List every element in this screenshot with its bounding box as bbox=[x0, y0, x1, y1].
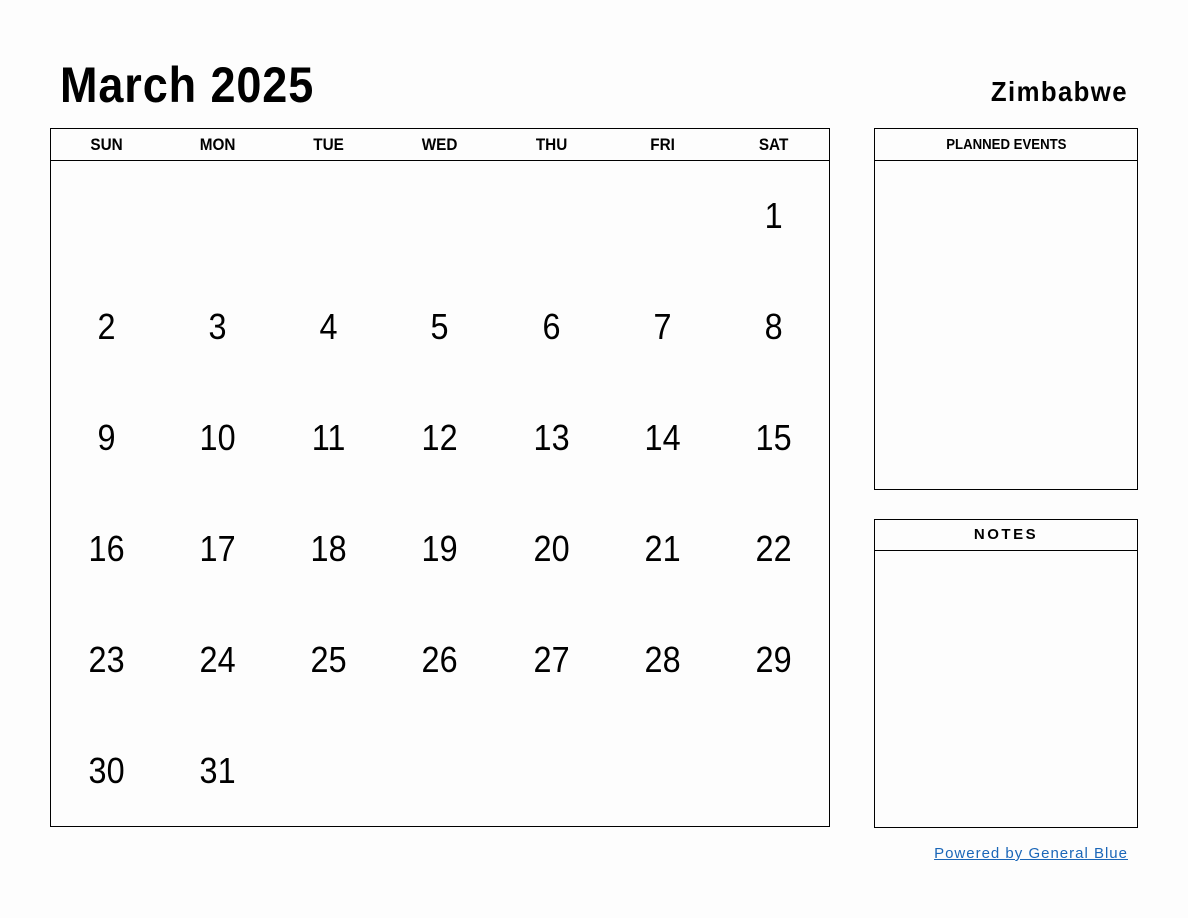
empty-day-cell bbox=[168, 161, 268, 272]
weekday-sun: SUN bbox=[90, 135, 123, 154]
empty-day-cell bbox=[723, 715, 823, 826]
day-cell: 1 bbox=[764, 195, 783, 237]
empty-day-cell bbox=[612, 715, 712, 826]
planned-events-heading: PLANNED EVENTS bbox=[875, 129, 1137, 161]
empty-day-cell bbox=[501, 161, 601, 272]
weekday-header: SUN MON TUE WED THU FRI SAT bbox=[51, 129, 829, 161]
day-cell: 2 bbox=[97, 306, 116, 348]
day-cell: 22 bbox=[755, 527, 792, 569]
day-cell: 29 bbox=[755, 638, 792, 680]
day-cell: 14 bbox=[644, 417, 681, 459]
day-cell: 15 bbox=[755, 417, 792, 459]
planned-events-label: PLANNED EVENTS bbox=[945, 136, 1067, 153]
day-cell: 8 bbox=[764, 306, 783, 348]
day-cell: 17 bbox=[199, 527, 236, 569]
empty-day-cell bbox=[501, 715, 601, 826]
day-cell: 3 bbox=[208, 306, 227, 348]
planned-events-panel: PLANNED EVENTS bbox=[874, 128, 1138, 490]
day-cell: 10 bbox=[199, 417, 236, 459]
empty-day-cell bbox=[390, 161, 490, 272]
calendar-grid: SUN MON TUE WED THU FRI SAT 1 2 3 4 5 6 7 8 9 10 1… bbox=[50, 128, 830, 827]
page-title: March 2025 bbox=[60, 57, 315, 113]
weekday-fri: FRI bbox=[649, 135, 675, 154]
weekday-tue: TUE bbox=[313, 135, 345, 154]
day-cell: 28 bbox=[644, 638, 681, 680]
day-cell: 9 bbox=[97, 417, 116, 459]
day-cell: 24 bbox=[199, 638, 236, 680]
day-cell: 25 bbox=[310, 638, 347, 680]
weekday-thu: THU bbox=[535, 135, 567, 154]
day-cell: 26 bbox=[421, 638, 459, 680]
notes-panel: NOTES bbox=[874, 519, 1138, 828]
calendar-days: 1 2 3 4 5 6 7 8 9 10 11 12 13 14 15 16 17 18 19 20 21 22 23 24 2… bbox=[51, 161, 829, 826]
day-cell: 6 bbox=[542, 306, 561, 348]
empty-day-cell bbox=[279, 715, 379, 826]
powered-by-link[interactable]: Powered by General Blue bbox=[934, 845, 1128, 862]
day-cell: 30 bbox=[88, 749, 125, 791]
country-label: Zimbabwe bbox=[990, 76, 1128, 107]
empty-day-cell bbox=[279, 161, 379, 272]
day-cell: 19 bbox=[421, 527, 459, 569]
day-cell: 11 bbox=[312, 417, 346, 459]
day-cell: 13 bbox=[533, 417, 570, 459]
empty-day-cell bbox=[390, 715, 490, 826]
day-cell: 20 bbox=[533, 527, 570, 569]
day-cell: 16 bbox=[88, 527, 125, 569]
weekday-sat: SAT bbox=[758, 135, 789, 154]
weekday-mon: MON bbox=[199, 135, 236, 154]
empty-day-cell bbox=[57, 161, 157, 272]
day-cell: 31 bbox=[199, 749, 236, 791]
day-cell: 5 bbox=[430, 306, 449, 348]
day-cell: 12 bbox=[421, 417, 459, 459]
day-cell: 21 bbox=[644, 527, 681, 569]
day-cell: 18 bbox=[310, 527, 347, 569]
empty-day-cell bbox=[612, 161, 712, 272]
weekday-wed: WED bbox=[422, 135, 458, 154]
day-cell: 27 bbox=[533, 638, 570, 680]
day-cell: 4 bbox=[319, 306, 338, 348]
day-cell: 23 bbox=[88, 638, 125, 680]
day-cell: 7 bbox=[653, 306, 672, 348]
notes-heading: NOTES bbox=[875, 520, 1137, 551]
